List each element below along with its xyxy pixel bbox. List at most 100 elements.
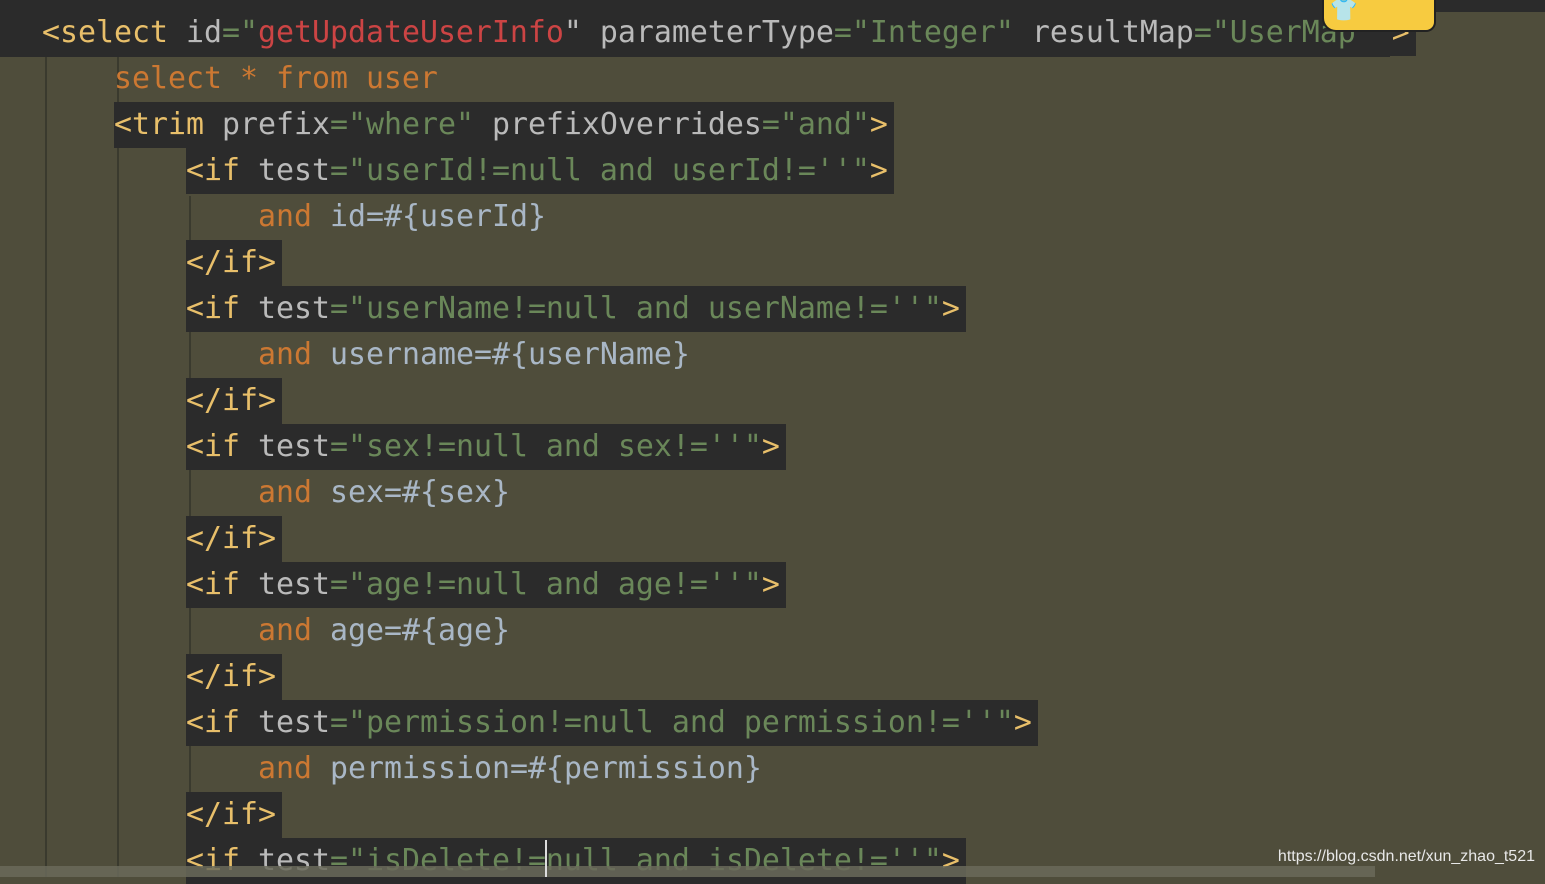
- xml-tag: </if>: [186, 378, 282, 424]
- code-token: </if>: [186, 659, 276, 694]
- code-token: "Integer": [851, 15, 1014, 50]
- code-token: getUpdateUserInfo: [257, 15, 564, 50]
- code-token: =: [329, 429, 348, 464]
- xml-tag: <select id="getUpdateUserInfo" parameter…: [42, 10, 1416, 56]
- code-token: and: [258, 751, 312, 786]
- code-line[interactable]: and permission=#{permission}: [258, 746, 762, 792]
- code-token: =: [329, 705, 348, 740]
- code-token: =: [329, 291, 348, 326]
- code-token: <if: [186, 291, 240, 326]
- sql-text: and id=#{userId}: [258, 194, 546, 240]
- code-token: username=#{userName}: [312, 337, 690, 372]
- code-line[interactable]: </if>: [186, 378, 282, 424]
- xml-tag: <trim prefix="where" prefixOverrides="an…: [114, 102, 894, 148]
- code-token: <if: [186, 567, 240, 602]
- code-token: resultMap: [1013, 15, 1194, 50]
- code-token: </if>: [186, 797, 276, 832]
- xml-tag: <if test="isDelete!=null and isDelete!='…: [186, 838, 966, 884]
- code-token: =: [329, 107, 348, 142]
- code-line[interactable]: <if test="userName!=null and userName!='…: [186, 286, 966, 332]
- xml-tag: <if test="userId!=null and userId!=''">: [186, 148, 894, 194]
- code-line[interactable]: <trim prefix="where" prefixOverrides="an…: [114, 102, 894, 148]
- code-token: select * from user: [114, 61, 438, 96]
- xml-tag: </if>: [186, 792, 282, 838]
- code-token: id=#{userId}: [312, 199, 546, 234]
- watermark: https://blog.csdn.net/xun_zhao_t521: [1277, 848, 1535, 865]
- code-line[interactable]: <if test="permission!=null and permissio…: [186, 700, 1038, 746]
- code-token: id: [167, 15, 222, 50]
- code-token: "age!=null and age!=''": [347, 567, 762, 602]
- xml-tag: <if test="userName!=null and userName!='…: [186, 286, 966, 332]
- code-token: <if: [186, 705, 240, 740]
- code-token: "userName!=null and userName!=''": [347, 291, 942, 326]
- code-token: parameterType: [581, 15, 834, 50]
- sql-text: and permission=#{permission}: [258, 746, 762, 792]
- xml-tag: </if>: [186, 654, 282, 700]
- code-token: <if: [186, 429, 240, 464]
- code-token: <trim: [114, 107, 204, 142]
- code-token: >: [761, 567, 780, 602]
- code-token: test: [240, 291, 330, 326]
- code-token: <if: [186, 153, 240, 188]
- code-token: test: [240, 705, 330, 740]
- code-line[interactable]: </if>: [186, 516, 282, 562]
- code-line[interactable]: select * from user: [114, 56, 438, 102]
- code-token: sex=#{sex}: [312, 475, 510, 510]
- code-token: =: [833, 15, 852, 50]
- code-token: =": [221, 15, 258, 50]
- code-token: >: [761, 429, 780, 464]
- code-token: <select: [42, 15, 168, 50]
- indent-guide: [45, 57, 47, 877]
- code-token: =: [329, 567, 348, 602]
- horizontal-scrollbar[interactable]: [0, 866, 1375, 877]
- code-line[interactable]: and username=#{userName}: [258, 332, 690, 378]
- code-line[interactable]: </if>: [186, 792, 282, 838]
- sql-text: select * from user: [114, 56, 438, 102]
- code-token: </if>: [186, 383, 276, 418]
- code-token: and: [258, 475, 312, 510]
- code-token: test: [240, 153, 330, 188]
- code-token: and: [258, 199, 312, 234]
- code-line[interactable]: and age=#{age}: [258, 608, 510, 654]
- code-token: >: [869, 107, 888, 142]
- code-line[interactable]: and sex=#{sex}: [258, 470, 510, 516]
- sql-text: and age=#{age}: [258, 608, 510, 654]
- code-token: =: [761, 107, 780, 142]
- code-token: =: [329, 153, 348, 188]
- code-token: ": [563, 15, 582, 50]
- code-token: "where": [347, 107, 474, 142]
- code-token: >: [941, 291, 960, 326]
- xml-tag: <if test="permission!=null and permissio…: [186, 700, 1038, 746]
- xml-tag: <if test="sex!=null and sex!=''">: [186, 424, 786, 470]
- code-line[interactable]: <if test="age!=null and age!=''">: [186, 562, 786, 608]
- code-line[interactable]: </if>: [186, 240, 282, 286]
- code-token: test: [240, 567, 330, 602]
- code-token: >: [869, 153, 888, 188]
- code-token: prefix: [203, 107, 330, 142]
- mascot-badge: 👕: [1322, 0, 1436, 32]
- code-token: and: [258, 337, 312, 372]
- code-token: "permission!=null and permission!=''": [347, 705, 1014, 740]
- code-token: =: [1193, 15, 1212, 50]
- tshirt-icon: 👕: [1330, 0, 1358, 23]
- code-line[interactable]: and id=#{userId}: [258, 194, 546, 240]
- code-line[interactable]: <if test="sex!=null and sex!=''">: [186, 424, 786, 470]
- xml-tag: </if>: [186, 240, 282, 286]
- code-token: permission=#{permission}: [312, 751, 762, 786]
- code-token: </if>: [186, 521, 276, 556]
- code-token: prefixOverrides: [473, 107, 762, 142]
- code-line[interactable]: </if>: [186, 654, 282, 700]
- code-token: test: [240, 429, 330, 464]
- code-line[interactable]: <if test="userId!=null and userId!=''">: [186, 148, 894, 194]
- code-line[interactable]: <if test="isDelete!=null and isDelete!='…: [186, 838, 966, 884]
- code-line[interactable]: <select id="getUpdateUserInfo" parameter…: [42, 10, 1416, 56]
- xml-tag: <if test="age!=null and age!=''">: [186, 562, 786, 608]
- code-token: </if>: [186, 245, 276, 280]
- code-token: age=#{age}: [312, 613, 510, 648]
- indent-guide: [117, 57, 119, 877]
- xml-tag: </if>: [186, 516, 282, 562]
- text-caret: [545, 840, 547, 877]
- code-token: "sex!=null and sex!=''": [347, 429, 762, 464]
- sql-text: and username=#{userName}: [258, 332, 690, 378]
- sql-text: and sex=#{sex}: [258, 470, 510, 516]
